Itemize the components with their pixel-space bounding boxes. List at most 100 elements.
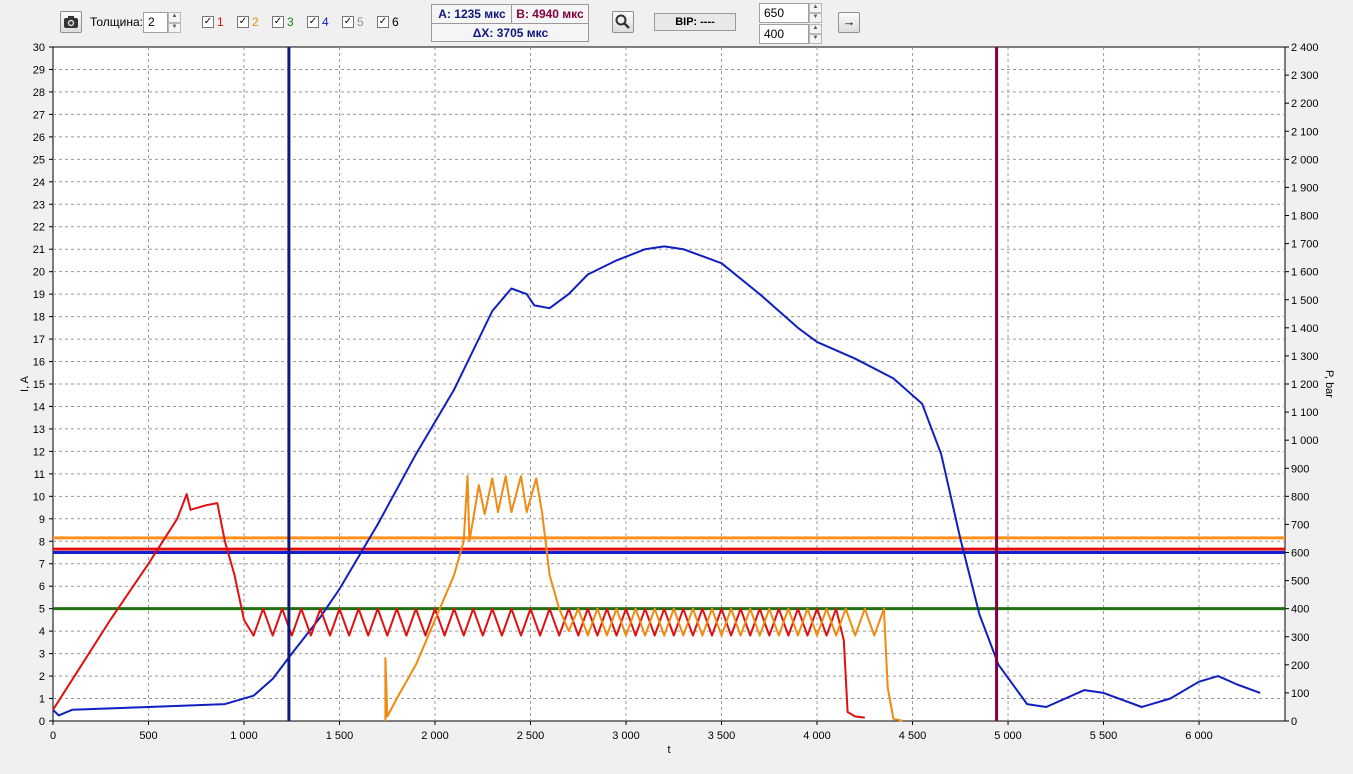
y-left-tick-label: 20 xyxy=(33,267,45,279)
thickness-label: Толщина: xyxy=(90,15,144,29)
x-tick-label: 500 xyxy=(139,730,157,742)
x-tick-label: 3 000 xyxy=(612,730,640,742)
y-left-tick-label: 19 xyxy=(33,289,45,301)
cursor-a-readout: A: 1235 мкс xyxy=(438,7,506,21)
upper-value-stepper[interactable]: ▲ ▼ xyxy=(809,3,822,23)
y-right-tick-label: 1 100 xyxy=(1291,407,1319,419)
y-right-tick-label: 1 200 xyxy=(1291,379,1319,391)
zoom-button[interactable] xyxy=(612,11,634,33)
y-left-tick-label: 2 xyxy=(39,671,45,683)
channel-5-checkbox[interactable]: ✓ xyxy=(342,16,354,28)
series-line-3 xyxy=(384,475,904,722)
thickness-stepper[interactable]: ▲ ▼ xyxy=(168,12,181,33)
channel-2-checkbox[interactable]: ✓ xyxy=(237,16,249,28)
y-right-tick-label: 1 300 xyxy=(1291,351,1319,363)
screenshot-button[interactable] xyxy=(60,11,82,33)
chevron-up-icon[interactable]: ▲ xyxy=(809,24,822,34)
y-right-tick-label: 400 xyxy=(1291,604,1309,616)
cursor-delta-readout: ΔX: 3705 мкс xyxy=(472,26,549,40)
y-left-tick-label: 3 xyxy=(39,649,45,661)
channel-1-checkbox[interactable]: ✓ xyxy=(202,16,214,28)
channel-6-checkbox[interactable]: ✓ xyxy=(377,16,389,28)
y-right-axis-label: P, bar xyxy=(1323,370,1335,398)
y-right-tick-label: 2 100 xyxy=(1291,126,1319,138)
cursor-b-readout: B: 4940 мкс xyxy=(516,7,584,21)
camera-icon xyxy=(64,16,78,28)
plot-area xyxy=(52,46,1286,722)
x-tick-label: 1 500 xyxy=(326,730,354,742)
lower-value-input[interactable]: 400 xyxy=(759,24,809,44)
y-left-tick-label: 1 xyxy=(39,694,45,706)
channel-5-label: 5 xyxy=(357,15,364,29)
y-left-tick-label: 21 xyxy=(33,244,45,256)
y-right-tick-label: 600 xyxy=(1291,548,1309,560)
x-tick-label: 1 000 xyxy=(230,730,258,742)
x-axis-label: t xyxy=(667,744,670,756)
x-tick-label: 0 xyxy=(50,730,56,742)
vr-readout: ВІР: ---- xyxy=(654,13,736,31)
x-tick-label: 5 500 xyxy=(1090,730,1118,742)
y-left-axis-label: I, A xyxy=(19,375,31,392)
x-tick-label: 2 000 xyxy=(421,730,449,742)
y-left-tick-label: 10 xyxy=(33,491,45,503)
channel-2-label: 2 xyxy=(252,15,259,29)
y-left-tick-label: 26 xyxy=(33,132,45,144)
y-right-tick-label: 1 900 xyxy=(1291,182,1319,194)
channel-3-label: 3 xyxy=(287,15,294,29)
y-left-tick-label: 13 xyxy=(33,424,45,436)
y-right-tick-label: 2 200 xyxy=(1291,98,1319,110)
x-tick-label: 4 000 xyxy=(803,730,831,742)
x-tick-label: 4 500 xyxy=(899,730,927,742)
y-right-tick-label: 1 400 xyxy=(1291,323,1319,335)
y-right-tick-label: 700 xyxy=(1291,519,1309,531)
lower-value-stepper[interactable]: ▲ ▼ xyxy=(809,24,822,44)
y-right-tick-label: 1 500 xyxy=(1291,295,1319,307)
chevron-up-icon[interactable]: ▲ xyxy=(809,3,822,13)
y-left-tick-label: 29 xyxy=(33,64,45,76)
x-tick-label: 2 500 xyxy=(517,730,545,742)
channel-4-label: 4 xyxy=(322,15,329,29)
apply-button[interactable]: → xyxy=(838,12,860,33)
x-tick-label: 3 500 xyxy=(708,730,736,742)
series-line-1 xyxy=(52,245,1261,717)
y-left-tick-label: 27 xyxy=(33,109,45,121)
x-tick-label: 5 000 xyxy=(994,730,1022,742)
y-left-tick-label: 11 xyxy=(34,469,45,481)
y-left-tick-label: 18 xyxy=(33,312,45,324)
chevron-down-icon[interactable]: ▼ xyxy=(809,13,822,23)
y-left-tick-label: 0 xyxy=(39,716,45,728)
chevron-up-icon[interactable]: ▲ xyxy=(168,12,181,23)
y-left-tick-label: 17 xyxy=(33,334,45,346)
x-tick-label: 6 000 xyxy=(1185,730,1213,742)
y-right-tick-label: 1 800 xyxy=(1291,211,1319,223)
y-left-tick-label: 15 xyxy=(33,379,45,391)
y-left-tick-label: 23 xyxy=(33,199,45,211)
chart[interactable]: 0 500 1 000 1 500 2 000 2 500 3 000 3 500 4 000 4… xyxy=(0,0,1353,774)
thickness-input[interactable]: 2 xyxy=(143,12,168,33)
y-right-tick-label: 100 xyxy=(1291,688,1309,700)
cursor-readout: A: 1235 мкс B: 4940 мкс ΔX: 3705 мкс xyxy=(431,4,589,42)
y-right-tick-label: 0 xyxy=(1291,716,1297,728)
y-left-tick-label: 8 xyxy=(39,536,45,548)
y-left-tick-label: 22 xyxy=(33,222,45,234)
y-left-tick-label: 5 xyxy=(39,604,45,616)
channel-4-checkbox[interactable]: ✓ xyxy=(307,16,319,28)
arrow-right-icon: → xyxy=(842,14,856,29)
chevron-down-icon[interactable]: ▼ xyxy=(809,34,822,44)
y-left-tick-label: 9 xyxy=(39,514,45,526)
y-left-tick-label: 14 xyxy=(33,401,45,413)
y-right-tick-label: 900 xyxy=(1291,463,1309,475)
y-left-tick-label: 6 xyxy=(39,581,45,593)
y-right-tick-label: 1 000 xyxy=(1291,435,1319,447)
y-right-tick-label: 1 600 xyxy=(1291,267,1319,279)
y-right-tick-label: 800 xyxy=(1291,491,1309,503)
y-left-tick-label: 24 xyxy=(33,177,45,189)
channel-3-checkbox[interactable]: ✓ xyxy=(272,16,284,28)
y-right-tick-label: 500 xyxy=(1291,576,1309,588)
y-right-tick-label: 1 700 xyxy=(1291,239,1319,251)
channel-6-label: 6 xyxy=(392,15,399,29)
y-left-tick-label: 12 xyxy=(33,446,45,458)
chevron-down-icon[interactable]: ▼ xyxy=(168,22,181,33)
upper-value-input[interactable]: 650 xyxy=(759,3,809,23)
y-right-tick-label: 2 000 xyxy=(1291,154,1319,166)
